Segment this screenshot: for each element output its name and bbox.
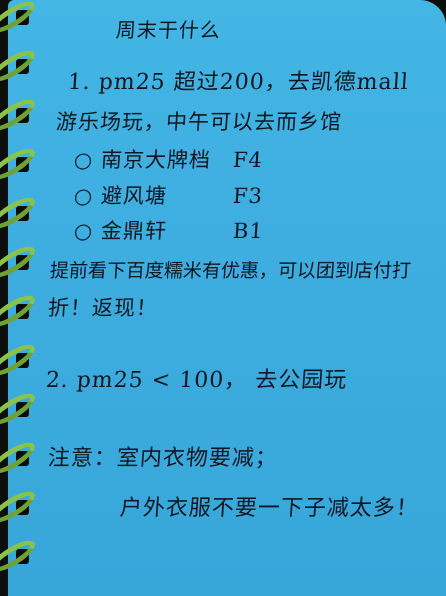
note-line-5: ○ 金鼎轩 B1: [73, 219, 265, 243]
spiral-ring: [0, 339, 39, 381]
spiral-ring: [0, 241, 39, 283]
note-line-2: 游乐场玩，中午可以去而乡馆: [55, 110, 343, 134]
spiral-ring: [0, 143, 39, 185]
note-line-7: 折！返现！: [47, 296, 159, 320]
spiral-ring: [0, 45, 39, 87]
note-line-4: ○ 避风塘 F3: [73, 184, 264, 208]
spiral-binding: [0, 0, 44, 596]
note-line-6: 提前看下百度糯米有优惠，可以团到店付打: [49, 260, 412, 282]
spiral-ring: [0, 94, 39, 136]
note-line-10: 户外衣服不要一下子减太多！: [118, 496, 420, 521]
note-line-8: 2. pm25 < 100， 去公园玩: [44, 368, 349, 393]
spiral-ring: [0, 486, 39, 528]
spiral-ring: [0, 437, 39, 479]
spiral-ring: [0, 0, 39, 38]
note-title: 周末干什么: [115, 18, 222, 42]
note-line-3: ○ 南京大牌档 F4: [73, 148, 264, 172]
spiral-ring: [0, 535, 39, 577]
note-line-9: 注意：室内衣物要减；: [46, 446, 279, 471]
note-line-1: 1. pm25 超过200，去凯德mall: [66, 70, 410, 95]
spiral-ring: [0, 388, 39, 430]
spiral-ring: [0, 290, 39, 332]
notebook-page: 周末干什么 1. pm25 超过200，去凯德mall 游乐场玩，中午可以去而乡…: [8, 0, 446, 596]
spiral-ring: [0, 192, 39, 234]
